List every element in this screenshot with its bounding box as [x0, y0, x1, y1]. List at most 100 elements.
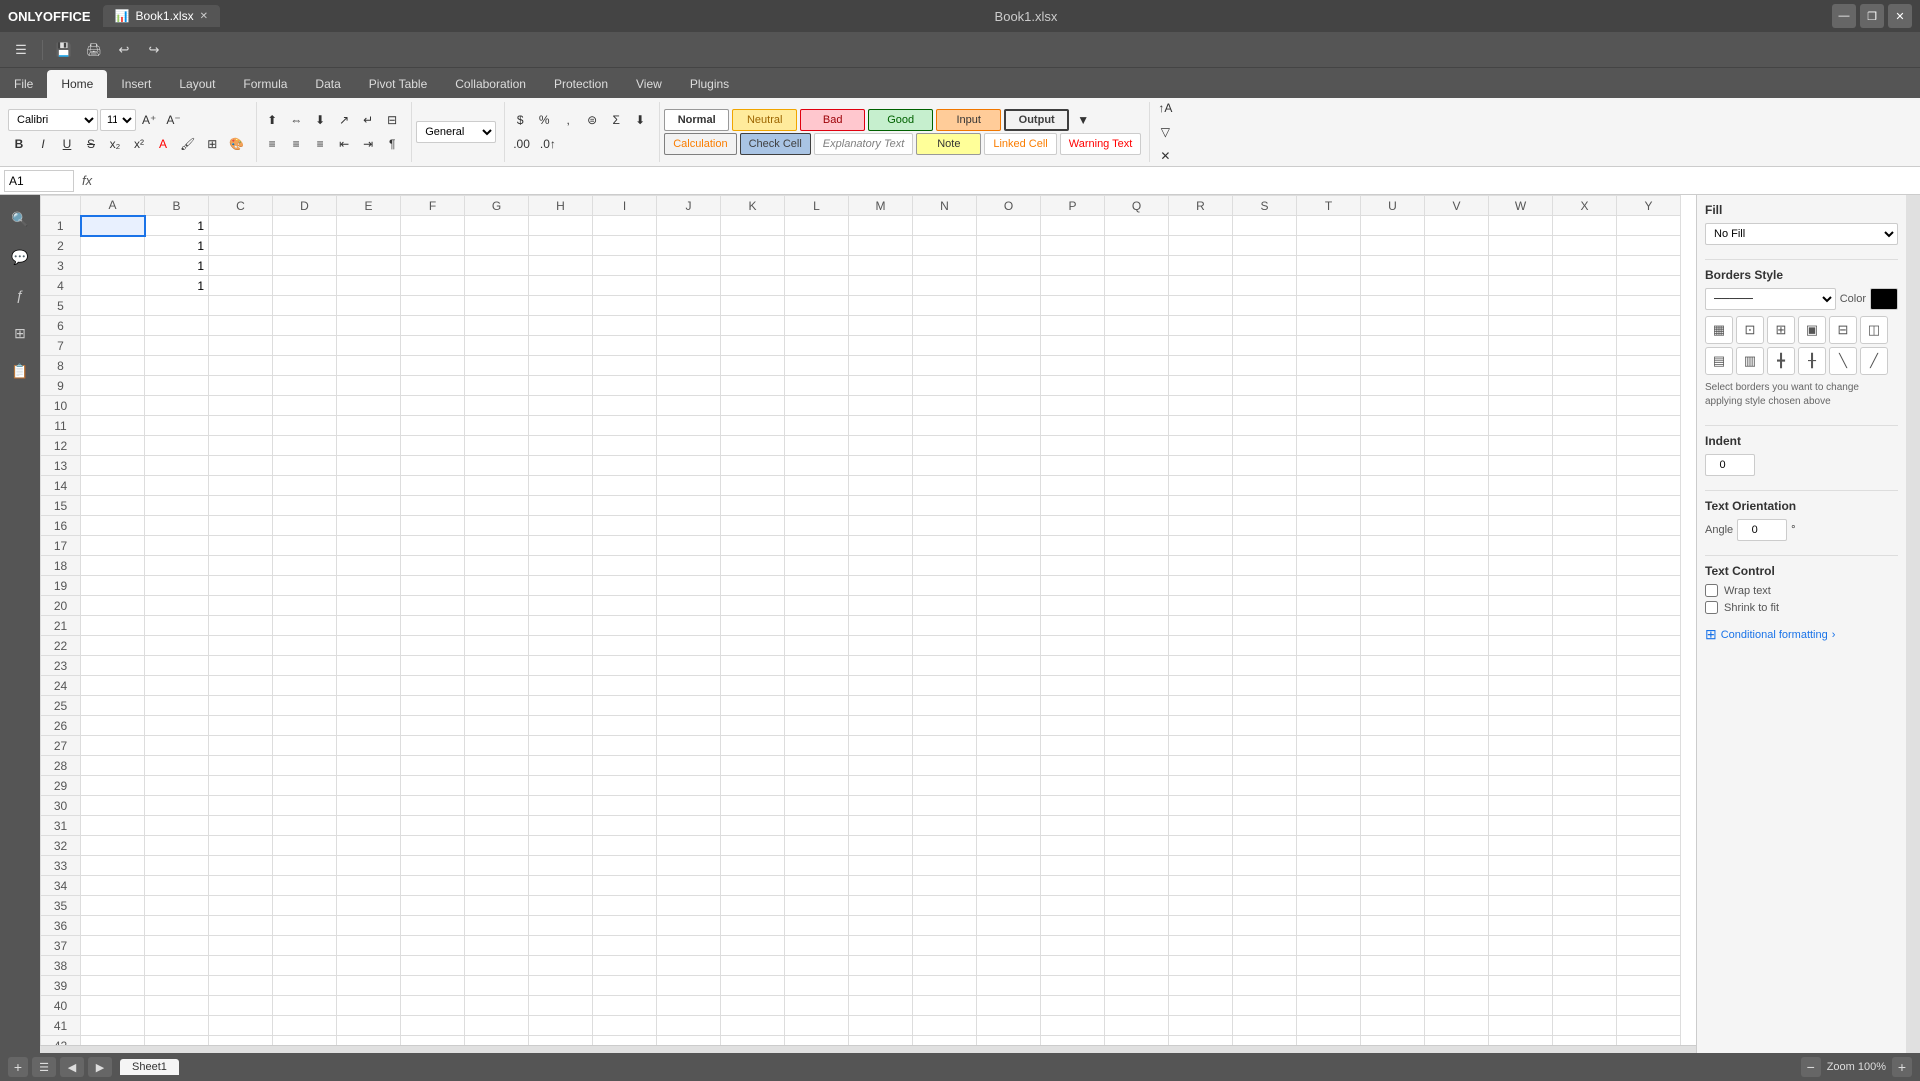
- cell-S16[interactable]: [1233, 516, 1297, 536]
- cell-Q26[interactable]: [1105, 716, 1169, 736]
- cell-B13[interactable]: [145, 456, 209, 476]
- cell-A33[interactable]: [81, 856, 145, 876]
- cell-X42[interactable]: [1553, 1036, 1617, 1046]
- cell-I9[interactable]: [593, 376, 657, 396]
- cell-F22[interactable]: [401, 636, 465, 656]
- cell-N21[interactable]: [913, 616, 977, 636]
- cell-C35[interactable]: [209, 896, 273, 916]
- cell-R17[interactable]: [1169, 536, 1233, 556]
- cell-O19[interactable]: [977, 576, 1041, 596]
- cell-G16[interactable]: [465, 516, 529, 536]
- cell-P34[interactable]: [1041, 876, 1105, 896]
- cell-P40[interactable]: [1041, 996, 1105, 1016]
- cell-L13[interactable]: [785, 456, 849, 476]
- cell-T30[interactable]: [1297, 796, 1361, 816]
- cell-D9[interactable]: [273, 376, 337, 396]
- cell-P5[interactable]: [1041, 296, 1105, 316]
- cell-C10[interactable]: [209, 396, 273, 416]
- cell-O13[interactable]: [977, 456, 1041, 476]
- cell-U1[interactable]: [1361, 216, 1425, 236]
- cell-K5[interactable]: [721, 296, 785, 316]
- cell-U33[interactable]: [1361, 856, 1425, 876]
- cell-I40[interactable]: [593, 996, 657, 1016]
- cell-W21[interactable]: [1489, 616, 1553, 636]
- fill-button[interactable]: ⬇: [629, 109, 651, 131]
- cell-U40[interactable]: [1361, 996, 1425, 1016]
- close-button[interactable]: ✕: [1888, 4, 1912, 28]
- cell-R8[interactable]: [1169, 356, 1233, 376]
- cell-D29[interactable]: [273, 776, 337, 796]
- cell-U15[interactable]: [1361, 496, 1425, 516]
- cell-T32[interactable]: [1297, 836, 1361, 856]
- cell-A12[interactable]: [81, 436, 145, 456]
- cell-I34[interactable]: [593, 876, 657, 896]
- cell-C2[interactable]: [209, 236, 273, 256]
- cell-A5[interactable]: [81, 296, 145, 316]
- cell-Y35[interactable]: [1617, 896, 1681, 916]
- add-sheet-button[interactable]: +: [8, 1057, 28, 1077]
- cell-W40[interactable]: [1489, 996, 1553, 1016]
- cell-Q20[interactable]: [1105, 596, 1169, 616]
- align-center-button[interactable]: ≡: [285, 133, 307, 155]
- cell-J12[interactable]: [657, 436, 721, 456]
- cell-S32[interactable]: [1233, 836, 1297, 856]
- cell-N27[interactable]: [913, 736, 977, 756]
- cell-C23[interactable]: [209, 656, 273, 676]
- redo-button[interactable]: ↪: [141, 37, 167, 63]
- orientation-button[interactable]: ↗: [333, 109, 355, 131]
- cell-V38[interactable]: [1425, 956, 1489, 976]
- cell-S20[interactable]: [1233, 596, 1297, 616]
- cell-D12[interactable]: [273, 436, 337, 456]
- cell-V16[interactable]: [1425, 516, 1489, 536]
- tab-pivottable[interactable]: Pivot Table: [355, 70, 441, 98]
- cell-U8[interactable]: [1361, 356, 1425, 376]
- cell-C1[interactable]: [209, 216, 273, 236]
- cell-Y1[interactable]: [1617, 216, 1681, 236]
- cell-V12[interactable]: [1425, 436, 1489, 456]
- cell-X5[interactable]: [1553, 296, 1617, 316]
- cell-Q42[interactable]: [1105, 1036, 1169, 1046]
- cell-F40[interactable]: [401, 996, 465, 1016]
- cell-J5[interactable]: [657, 296, 721, 316]
- cell-M8[interactable]: [849, 356, 913, 376]
- cell-Y14[interactable]: [1617, 476, 1681, 496]
- cell-W37[interactable]: [1489, 936, 1553, 956]
- cell-Q31[interactable]: [1105, 816, 1169, 836]
- cell-W35[interactable]: [1489, 896, 1553, 916]
- increase-decimal-button[interactable]: .0↑: [536, 133, 560, 155]
- cell-S33[interactable]: [1233, 856, 1297, 876]
- cell-I35[interactable]: [593, 896, 657, 916]
- cell-A16[interactable]: [81, 516, 145, 536]
- cell-K39[interactable]: [721, 976, 785, 996]
- cell-T3[interactable]: [1297, 256, 1361, 276]
- cell-U25[interactable]: [1361, 696, 1425, 716]
- cell-R33[interactable]: [1169, 856, 1233, 876]
- cell-U19[interactable]: [1361, 576, 1425, 596]
- cell-W23[interactable]: [1489, 656, 1553, 676]
- cell-K12[interactable]: [721, 436, 785, 456]
- sidebar-comments[interactable]: 💬: [4, 241, 36, 273]
- cell-Y10[interactable]: [1617, 396, 1681, 416]
- cell-V13[interactable]: [1425, 456, 1489, 476]
- cell-W28[interactable]: [1489, 756, 1553, 776]
- cell-F26[interactable]: [401, 716, 465, 736]
- cell-C41[interactable]: [209, 1016, 273, 1036]
- cell-M32[interactable]: [849, 836, 913, 856]
- cell-K19[interactable]: [721, 576, 785, 596]
- cell-P10[interactable]: [1041, 396, 1105, 416]
- cell-L8[interactable]: [785, 356, 849, 376]
- cell-O23[interactable]: [977, 656, 1041, 676]
- cell-V33[interactable]: [1425, 856, 1489, 876]
- cell-C31[interactable]: [209, 816, 273, 836]
- cell-F23[interactable]: [401, 656, 465, 676]
- prev-sheet-button[interactable]: ◀: [60, 1057, 84, 1077]
- cell-B41[interactable]: [145, 1016, 209, 1036]
- cell-X35[interactable]: [1553, 896, 1617, 916]
- cell-J36[interactable]: [657, 916, 721, 936]
- rtl-button[interactable]: ¶: [381, 133, 403, 155]
- cell-B29[interactable]: [145, 776, 209, 796]
- cell-Q18[interactable]: [1105, 556, 1169, 576]
- cell-X21[interactable]: [1553, 616, 1617, 636]
- cell-X19[interactable]: [1553, 576, 1617, 596]
- currency-style-button[interactable]: $: [509, 109, 531, 131]
